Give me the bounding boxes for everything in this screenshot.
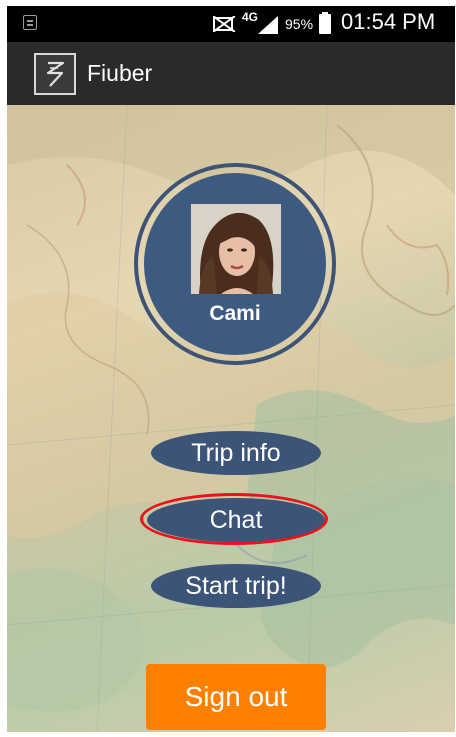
avatar	[191, 204, 281, 294]
battery-percent: 95%	[285, 16, 314, 32]
battery-icon	[319, 12, 331, 34]
notification-icon	[23, 15, 37, 30]
signal-icon	[258, 16, 278, 34]
app-bar: Fiuber	[7, 42, 455, 105]
sign-out-button[interactable]: Sign out	[146, 664, 326, 730]
start-trip-button[interactable]: Start trip!	[151, 564, 321, 608]
network-type-label: 4G	[242, 10, 259, 24]
fiuber-logo-icon[interactable]	[34, 53, 76, 95]
mute-icon	[213, 16, 235, 32]
user-photo-icon	[191, 204, 281, 294]
trip-info-button[interactable]: Trip info	[151, 431, 321, 475]
phone-screen: 4G 95% 01:54 PM Fiuber Cami Trip info Ch…	[7, 6, 455, 732]
clock: 01:54 PM	[341, 9, 436, 34]
app-title: Fiuber	[87, 60, 153, 86]
profile-name: Cami	[209, 302, 261, 325]
status-bar: 4G 95% 01:54 PM	[7, 6, 455, 42]
chat-highlight-annotation	[140, 493, 328, 545]
